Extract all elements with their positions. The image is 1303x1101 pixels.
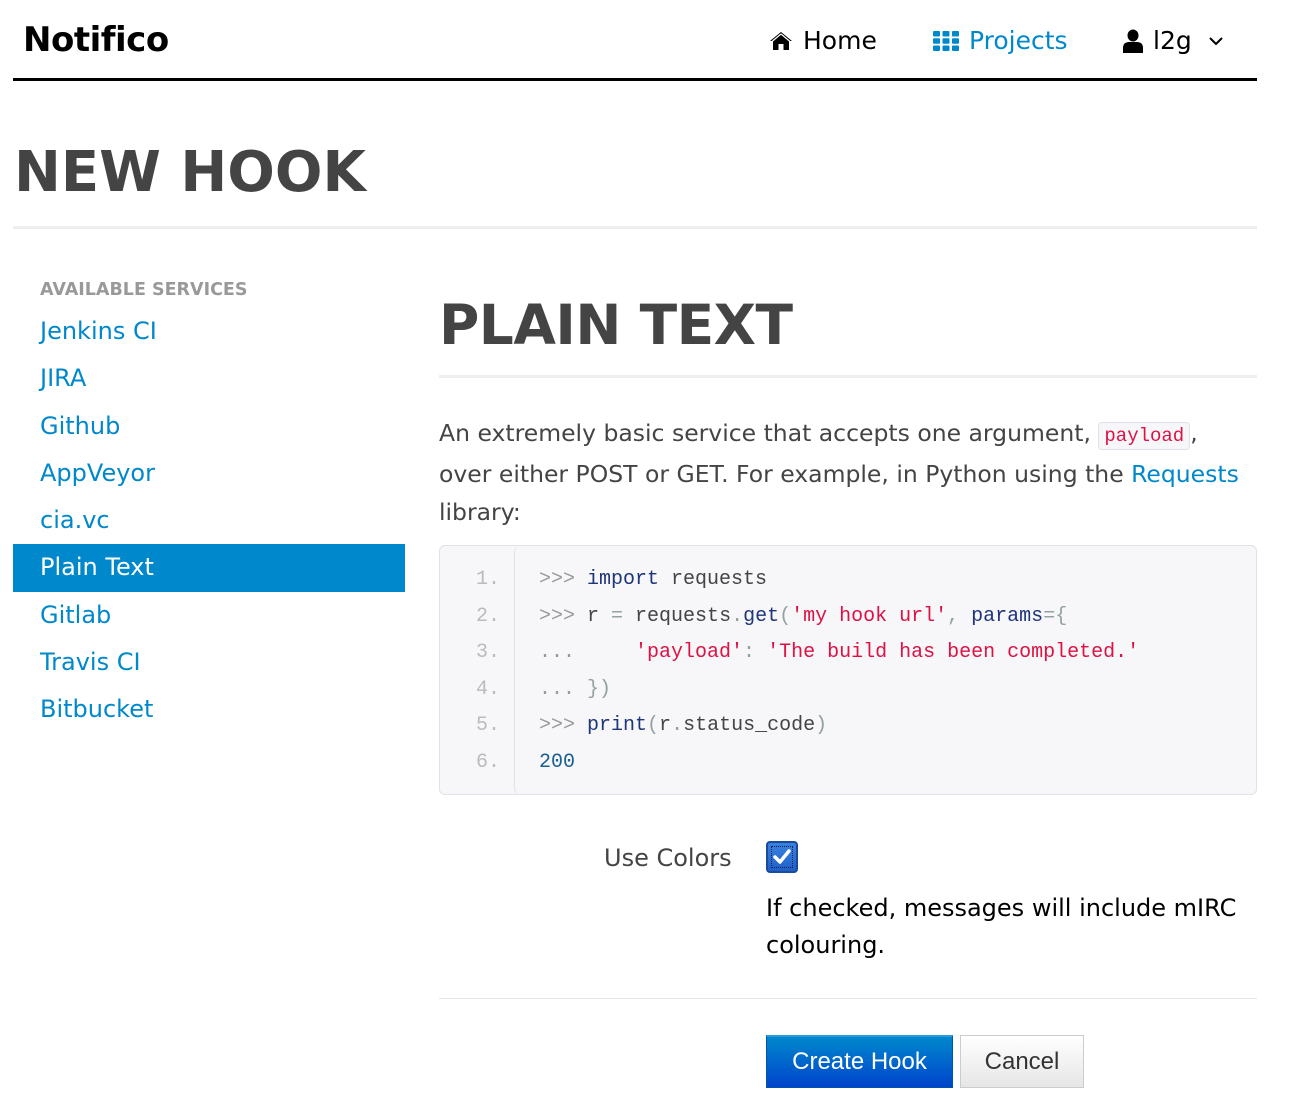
requests-link[interactable]: Requests	[1131, 460, 1239, 488]
code-token: ...	[539, 677, 588, 701]
code-token: r	[659, 714, 672, 737]
use-colors-help: If checked, messages will include mIRC c…	[766, 894, 1237, 959]
services-sidebar: AVAILABLE SERVICES Jenkins CI JIRA Githu…	[13, 272, 405, 734]
cancel-button[interactable]: Cancel	[960, 1035, 1084, 1088]
code-line: >>> import requests	[539, 568, 767, 591]
code-token: .	[671, 714, 684, 737]
code-token: 'The build has been completed.'	[767, 641, 1140, 664]
form-divider	[439, 998, 1257, 999]
line-number: 1.	[475, 568, 500, 591]
user-name: l2g	[1153, 26, 1192, 55]
code-line: >>> print(r.status_code)	[539, 714, 827, 737]
code-token: )	[815, 714, 828, 737]
code-token: import	[587, 568, 660, 591]
code-token: >>>	[539, 604, 588, 628]
sidebar-item-appveyor[interactable]: AppVeyor	[13, 450, 405, 497]
use-colors-checkbox[interactable]	[766, 841, 798, 873]
service-title: PLAIN TEXT	[439, 293, 793, 357]
sidebar-item-jira[interactable]: JIRA	[13, 355, 405, 402]
code-token: .	[731, 604, 744, 628]
sidebar-item-plain-text[interactable]: Plain Text	[13, 544, 405, 592]
code-token: 'my hook url'	[791, 604, 948, 628]
user-menu[interactable]: l2g	[1123, 26, 1224, 55]
code-line: 200	[539, 751, 575, 774]
page-divider	[13, 226, 1257, 229]
chevron-down-icon	[1208, 36, 1224, 46]
create-hook-button[interactable]: Create Hook	[766, 1035, 953, 1088]
payload-code: payload	[1098, 422, 1191, 450]
code-token: 'payload'	[635, 641, 744, 664]
line-number: 6.	[475, 750, 500, 774]
code-token: })	[587, 677, 612, 701]
code-token: print	[587, 714, 648, 737]
code-token: params	[971, 604, 1044, 628]
code-token: get	[743, 604, 780, 628]
sidebar-item-travis-ci[interactable]: Travis CI	[13, 639, 405, 686]
user-icon	[1123, 29, 1143, 53]
sidebar-item-gitlab[interactable]: Gitlab	[13, 592, 405, 639]
nav-projects[interactable]: Projects	[933, 26, 1068, 55]
code-token: :	[743, 641, 768, 664]
line-number: 4.	[475, 677, 500, 701]
line-numbers: 1. 2. 3. 4. 5. 6.	[440, 546, 514, 794]
main-content: PLAIN TEXT An extremely basic service th…	[439, 280, 1257, 531]
brand-logo[interactable]: Notifico	[23, 20, 169, 60]
nav-home-label: Home	[803, 26, 877, 55]
description-text-1: An extremely basic service that accepts …	[439, 419, 1099, 447]
code-token: (	[647, 714, 660, 737]
code-token: >>>	[539, 714, 588, 737]
line-number: 3.	[475, 641, 500, 664]
code-token: requests	[623, 604, 732, 628]
sidebar-item-jenkins-ci[interactable]: Jenkins CI	[13, 308, 405, 355]
service-description: An extremely basic service that accepts …	[439, 414, 1257, 531]
code-token: ...	[539, 641, 636, 664]
grid-icon	[933, 30, 959, 51]
services-list: Jenkins CI JIRA Github AppVeyor cia.vc P…	[13, 308, 405, 734]
code-line: ... 'payload': 'The build has been compl…	[539, 641, 1139, 664]
sidebar-item-github[interactable]: Github	[13, 403, 405, 450]
section-divider	[439, 375, 1257, 378]
nav-home[interactable]: Home	[769, 26, 877, 55]
sidebar-item-cia-vc[interactable]: cia.vc	[13, 497, 405, 544]
code-token: ={	[1043, 604, 1068, 628]
code-token: >>>	[539, 568, 588, 591]
line-number: 5.	[475, 714, 500, 737]
navbar: Notifico Home Projects l2g	[13, 0, 1257, 81]
nav-projects-label: Projects	[969, 26, 1068, 55]
code-token: requests	[659, 568, 768, 591]
code-token: r	[587, 604, 612, 628]
code-body: >>> import requests >>> r = requests.get(…	[514, 546, 1256, 794]
code-token: (	[779, 604, 792, 628]
code-token: status_code	[683, 714, 816, 737]
sidebar-header: AVAILABLE SERVICES	[40, 280, 248, 300]
code-token: =	[611, 604, 624, 628]
code-example: 1. 2. 3. 4. 5. 6. >>> import requests >>> r = …	[439, 545, 1257, 795]
sidebar-item-bitbucket[interactable]: Bitbucket	[13, 686, 405, 733]
home-icon	[769, 31, 793, 51]
code-token: 200	[539, 750, 576, 774]
page-title: NEW HOOK	[14, 140, 366, 205]
line-number: 2.	[475, 604, 500, 628]
code-line: >>> r = requests.get('my hook url', para…	[539, 605, 1067, 628]
code-token: ,	[947, 604, 972, 628]
description-text-3: library:	[439, 498, 521, 526]
code-line: ... })	[539, 678, 611, 701]
use-colors-label: Use Colors	[604, 844, 732, 872]
